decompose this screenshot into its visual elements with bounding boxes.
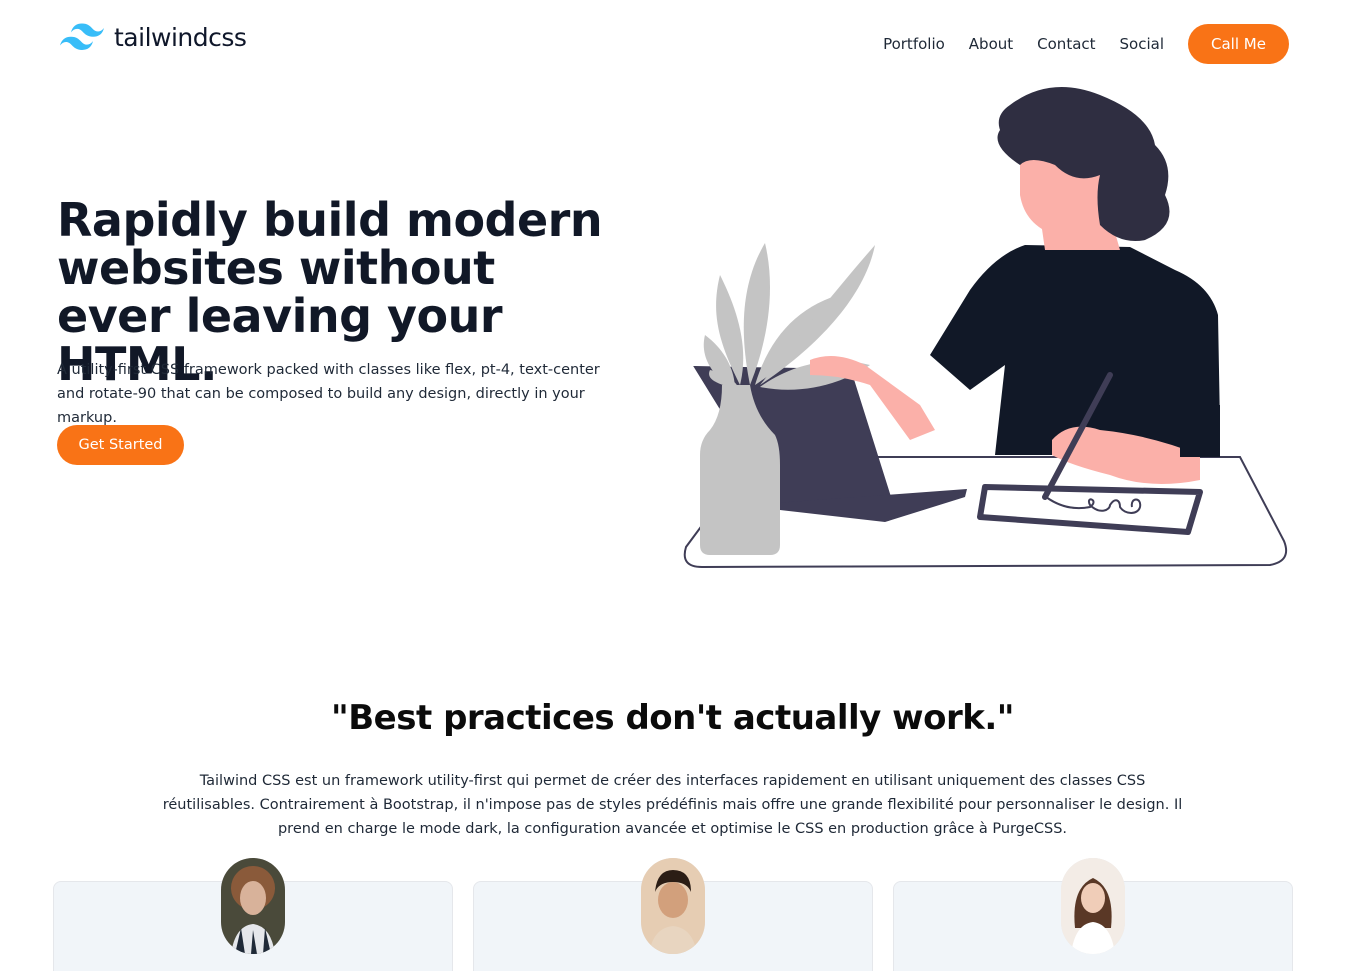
woman-sleeve bbox=[1180, 405, 1220, 457]
nav-link-social[interactable]: Social bbox=[1120, 35, 1164, 53]
quote-body: Tailwind CSS est un framework utility-fi… bbox=[162, 773, 1183, 837]
woman-torso bbox=[930, 245, 1220, 455]
hero-description: A utility-first CSS framework packed wit… bbox=[57, 362, 600, 426]
avatar bbox=[641, 858, 705, 954]
logo-text: tailwindcss bbox=[114, 22, 247, 52]
main-nav: Portfolio About Contact Social Call Me bbox=[883, 24, 1289, 64]
quote-heading: "Best practices don't actually work." bbox=[331, 698, 1014, 738]
man-curly-hair-avatar bbox=[641, 858, 705, 954]
tailwind-logo-icon bbox=[60, 23, 104, 50]
nav-link-portfolio[interactable]: Portfolio bbox=[883, 35, 945, 53]
woman-dark-hair-avatar bbox=[221, 858, 285, 954]
avatar bbox=[221, 858, 285, 954]
logo[interactable]: tailwindcss bbox=[60, 22, 247, 52]
get-started-button[interactable]: Get Started bbox=[57, 425, 184, 465]
woman-at-desk-illustration bbox=[683, 87, 1288, 569]
nav-link-contact[interactable]: Contact bbox=[1037, 35, 1095, 53]
avatar bbox=[1061, 858, 1125, 954]
call-me-button[interactable]: Call Me bbox=[1188, 24, 1289, 64]
woman-white-shirt-avatar bbox=[1061, 858, 1125, 954]
nav-link-about[interactable]: About bbox=[969, 35, 1013, 53]
